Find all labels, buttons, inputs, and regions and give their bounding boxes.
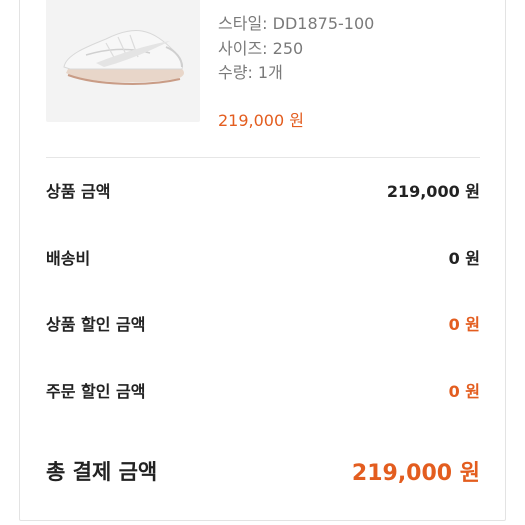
product-price: 219,000 원: [218, 111, 304, 130]
total-label: 총 결제 금액: [46, 460, 158, 484]
row-value: 0 원: [448, 315, 480, 334]
row-product-discount: 상품 할인 금액 0 원: [46, 311, 480, 335]
product-specs: 스타일: DD1875-100 사이즈: 250 수량: 1개: [218, 12, 374, 86]
row-shipping-fee: 배송비 0 원: [46, 245, 480, 269]
product-item: 스타일: DD1875-100 사이즈: 250 수량: 1개 219,000 …: [46, 0, 480, 153]
row-label: 상품 할인 금액: [46, 315, 146, 334]
product-style: 스타일: DD1875-100: [218, 14, 375, 33]
sneaker-icon: [63, 30, 184, 85]
total-value: 219,000 원: [351, 461, 480, 486]
divider: [46, 157, 480, 158]
row-label: 상품 금액: [46, 182, 111, 201]
row-value: 219,000 원: [386, 182, 480, 201]
row-label: 배송비: [46, 249, 91, 268]
product-thumbnail[interactable]: [46, 0, 200, 122]
order-summary-card: 스타일: DD1875-100 사이즈: 250 수량: 1개 219,000 …: [19, 0, 506, 521]
row-value: 0 원: [448, 382, 480, 401]
row-value: 0 원: [448, 249, 480, 268]
row-label: 주문 할인 금액: [46, 382, 146, 401]
product-quantity: 수량: 1개: [218, 63, 283, 82]
product-size: 사이즈: 250: [218, 38, 304, 58]
row-product-amount: 상품 금액 219,000 원: [46, 178, 480, 202]
row-order-discount: 주문 할인 금액 0 원: [46, 378, 480, 402]
row-total-amount: 총 결제 금액 219,000 원: [46, 455, 480, 487]
